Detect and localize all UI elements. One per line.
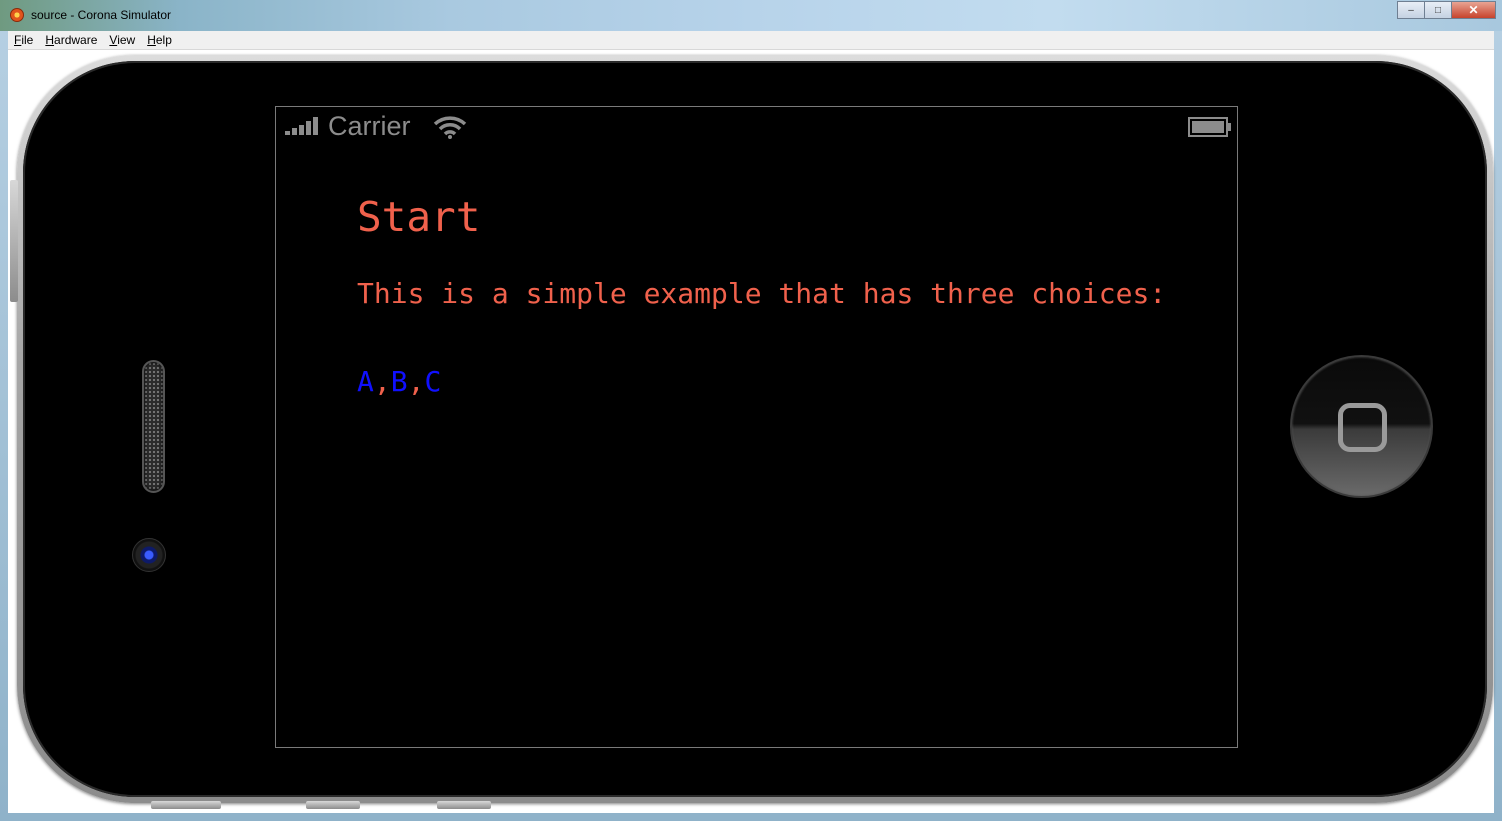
- window-frame-right: [1494, 31, 1502, 821]
- mute-switch: [437, 801, 491, 809]
- close-button[interactable]: ✕: [1451, 1, 1496, 19]
- home-button[interactable]: [1290, 355, 1433, 498]
- choice-c-link[interactable]: C: [424, 365, 441, 398]
- page-title: Start: [357, 193, 481, 241]
- menu-hardware[interactable]: Hardware: [39, 33, 103, 47]
- home-square-icon: [1338, 403, 1387, 452]
- carrier-label: Carrier: [328, 111, 411, 141]
- wifi-icon: [433, 116, 467, 139]
- earpiece-speaker: [142, 360, 165, 493]
- menu-view[interactable]: View: [103, 33, 141, 47]
- choice-separator: ,: [407, 365, 425, 398]
- battery-icon: [1188, 117, 1231, 137]
- menu-bar: File Hardware View Help: [8, 31, 1494, 50]
- corona-app-icon: [10, 8, 24, 22]
- ios-status-bar: Carrier: [276, 107, 1237, 145]
- window-controls: – □ ✕: [1397, 1, 1496, 19]
- device-screen[interactable]: Carrier Start This is a simple example t…: [275, 106, 1238, 748]
- volume-up-button: [151, 801, 221, 809]
- sleep-wake-button: [10, 180, 18, 302]
- front-camera-icon: [132, 538, 166, 572]
- window-title: source - Corona Simulator: [31, 8, 172, 22]
- choice-separator: ,: [373, 365, 391, 398]
- maximize-button[interactable]: □: [1424, 1, 1451, 19]
- choice-a-link[interactable]: A: [357, 365, 374, 398]
- story-text: This is a simple example that has three …: [357, 277, 1167, 310]
- window-frame-bottom: [0, 813, 1502, 821]
- choice-list: A,B,C: [357, 365, 441, 398]
- signal-bars-icon: [285, 117, 318, 135]
- menu-help[interactable]: Help: [141, 33, 178, 47]
- volume-down-button: [306, 801, 360, 809]
- window-frame-left: [0, 31, 8, 821]
- window-titlebar[interactable]: source - Corona Simulator – □ ✕: [0, 0, 1502, 31]
- minimize-button[interactable]: –: [1397, 1, 1424, 19]
- menu-file[interactable]: File: [8, 33, 39, 47]
- choice-b-link[interactable]: B: [391, 365, 408, 398]
